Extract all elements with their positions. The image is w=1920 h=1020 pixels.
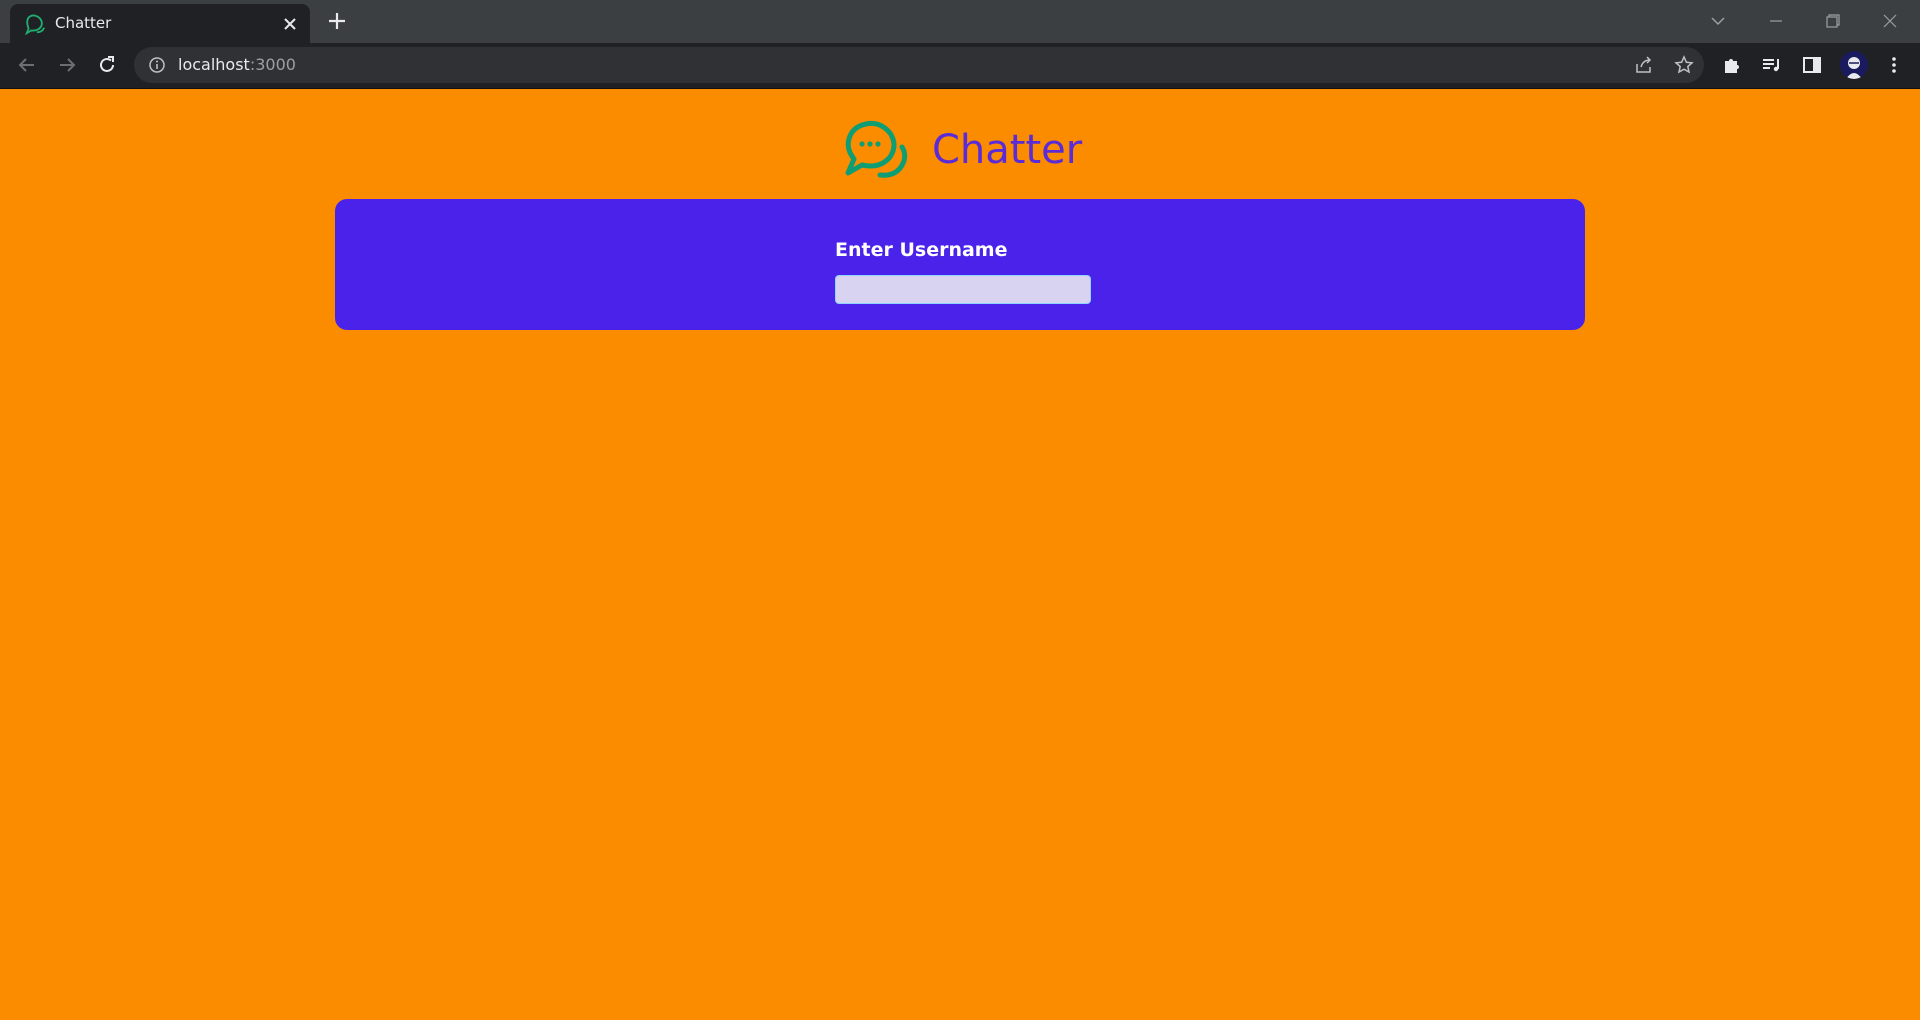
tab-strip: Chatter [0, 0, 1920, 43]
browser-toolbar: localhost:3000 [0, 43, 1920, 89]
restore-icon[interactable] [1820, 8, 1846, 34]
page-content: Chatter Enter Username [0, 89, 1920, 1020]
tab-chatter[interactable]: Chatter [10, 4, 310, 43]
username-label: Enter Username [835, 239, 1008, 261]
bookmark-star-icon[interactable] [1674, 55, 1694, 75]
media-queue-icon[interactable] [1759, 52, 1785, 78]
tab-title: Chatter [55, 14, 112, 32]
brand-name: Chatter [932, 127, 1083, 173]
kebab-menu-icon[interactable] [1881, 52, 1907, 78]
url-port: :3000 [249, 55, 296, 74]
site-info-icon[interactable] [148, 56, 166, 74]
share-icon[interactable] [1634, 55, 1654, 75]
address-bar[interactable]: localhost:3000 [134, 47, 1704, 83]
forward-arrow-icon[interactable] [54, 52, 80, 78]
avatar[interactable] [1840, 51, 1868, 79]
back-arrow-icon[interactable] [14, 52, 40, 78]
minimize-icon[interactable] [1763, 8, 1789, 34]
login-card: Enter Username [335, 199, 1585, 330]
new-tab-icon[interactable] [326, 10, 348, 32]
reload-icon[interactable] [94, 52, 120, 78]
username-input[interactable] [835, 275, 1091, 304]
tab-search-icon[interactable] [1705, 8, 1731, 34]
side-panel-icon[interactable] [1799, 52, 1825, 78]
url-host: localhost [178, 55, 250, 74]
close-tab-icon[interactable] [280, 14, 300, 34]
chat-bubbles-icon [845, 120, 908, 178]
close-window-icon[interactable] [1877, 8, 1903, 34]
extensions-icon[interactable] [1719, 52, 1745, 78]
browser-window: Chatter localhost:3000 Chatter Enter Use… [0, 0, 1920, 1020]
chat-bubbles-icon [25, 14, 46, 35]
profile-avatar-icon [1846, 57, 1862, 79]
url-text: localhost:3000 [178, 55, 296, 74]
